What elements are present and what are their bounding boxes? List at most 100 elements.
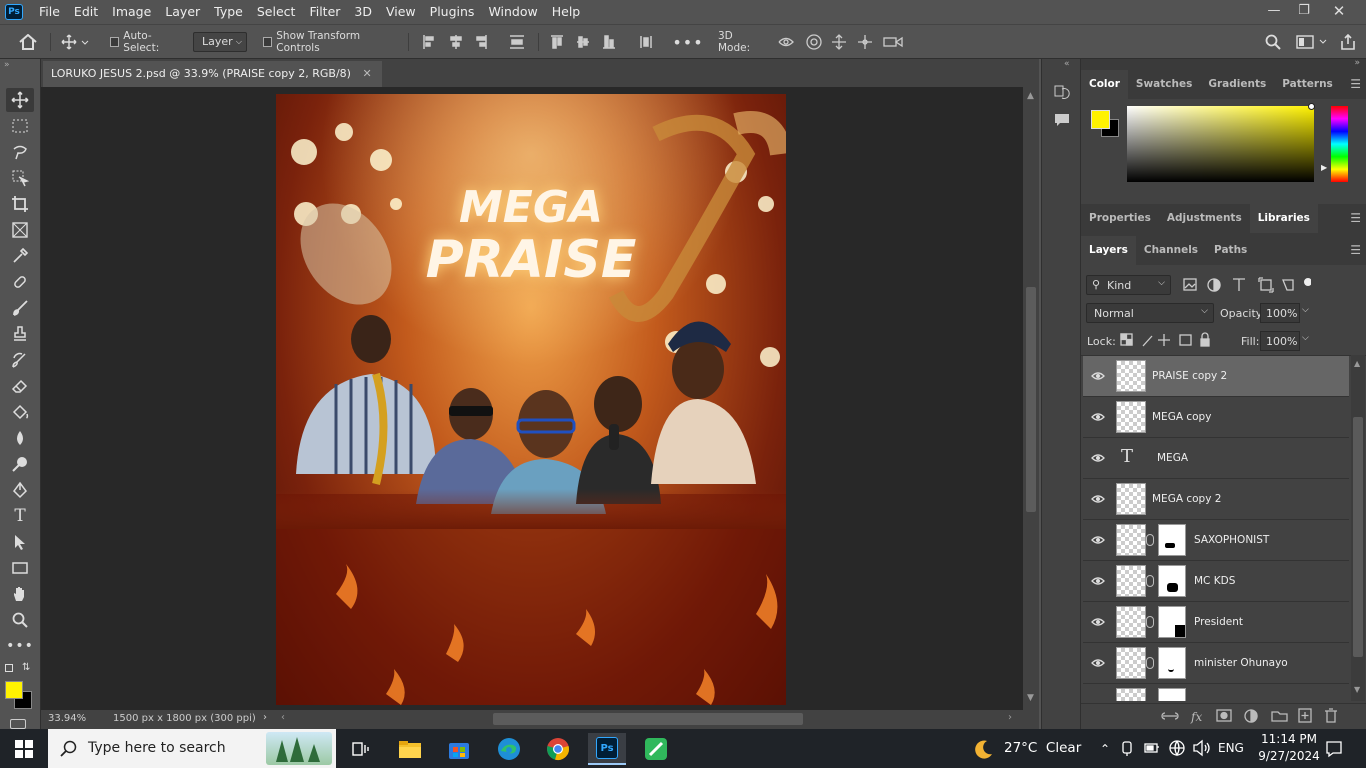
- tab-channels[interactable]: Channels: [1136, 236, 1206, 265]
- hue-slider-handle-icon[interactable]: ▶: [1321, 163, 1327, 172]
- fill-chevron-icon[interactable]: ⌵: [1302, 333, 1309, 343]
- restore-icon[interactable]: ❐: [1289, 0, 1319, 22]
- notifications-icon[interactable]: [1320, 733, 1348, 765]
- eyedropper-tool-icon[interactable]: [6, 244, 34, 268]
- status-menu-chevron-icon[interactable]: ›: [263, 712, 267, 723]
- pen-tool-icon[interactable]: [6, 478, 34, 502]
- default-colors-icon[interactable]: [5, 664, 13, 672]
- comments-panel-icon[interactable]: [1053, 111, 1071, 132]
- minimize-icon[interactable]: —: [1259, 0, 1289, 22]
- input-language[interactable]: ENG: [1218, 741, 1244, 755]
- mask-link-icon[interactable]: [1146, 575, 1154, 587]
- clock-time[interactable]: 11:14 PM: [1259, 732, 1319, 746]
- tab-libraries[interactable]: Libraries: [1249, 204, 1318, 233]
- mask-link-icon[interactable]: [1146, 657, 1154, 669]
- layer-mask-thumbnail[interactable]: [1158, 606, 1186, 638]
- foreground-color-swatch[interactable]: [5, 681, 23, 699]
- menu-type[interactable]: Type: [207, 0, 250, 24]
- layer-filter-icons[interactable]: [1181, 276, 1312, 297]
- layer-row[interactable]: SAXOPHONIST: [1083, 520, 1349, 561]
- layer-row[interactable]: MEGA copy: [1083, 397, 1349, 438]
- brush-tool-icon[interactable]: [6, 296, 34, 320]
- share-icon[interactable]: [1337, 31, 1359, 53]
- tab-color[interactable]: Color: [1081, 70, 1128, 99]
- move-tool-preset-icon[interactable]: [58, 31, 94, 53]
- adjustment-layer-icon[interactable]: [1241, 706, 1261, 726]
- layer-filter-kind-dropdown[interactable]: ⚲ Kind ⌵: [1086, 275, 1171, 295]
- color-panel-fg-swatch[interactable]: [1091, 110, 1110, 129]
- menu-help[interactable]: Help: [545, 0, 588, 24]
- weather-moon-icon[interactable]: [968, 733, 998, 765]
- file-explorer-icon[interactable]: [391, 733, 429, 765]
- layer-row[interactable]: MC KDS: [1083, 561, 1349, 602]
- type-tool-icon[interactable]: T: [6, 504, 34, 528]
- visibility-eye-icon[interactable]: [1091, 656, 1105, 670]
- layer-row[interactable]: T MEGA: [1083, 438, 1349, 479]
- history-brush-tool-icon[interactable]: [6, 348, 34, 372]
- blur-tool-icon[interactable]: [6, 426, 34, 450]
- layers-scrollbar[interactable]: ▲ ▼: [1351, 355, 1365, 701]
- visibility-eye-icon[interactable]: [1091, 492, 1105, 506]
- blend-mode-dropdown[interactable]: Normal ⌵: [1086, 303, 1214, 323]
- tab-gradients[interactable]: Gradients: [1200, 70, 1274, 99]
- system-tray-icons[interactable]: [1118, 739, 1214, 760]
- menu-3d[interactable]: 3D: [347, 0, 379, 24]
- close-tab-icon[interactable]: ✕: [362, 67, 371, 80]
- show-hidden-icons-chevron-icon[interactable]: ⌃: [1094, 733, 1116, 765]
- menu-view[interactable]: View: [379, 0, 423, 24]
- home-icon[interactable]: [16, 31, 40, 53]
- layer-row[interactable]: President: [1083, 602, 1349, 643]
- green-app-icon[interactable]: [637, 733, 675, 765]
- fill-input[interactable]: 100%: [1260, 331, 1300, 351]
- scroll-left-icon[interactable]: ‹: [281, 712, 285, 723]
- auto-select-dropdown[interactable]: Layer ⌵: [193, 32, 247, 52]
- menu-plugins[interactable]: Plugins: [423, 0, 482, 24]
- windows-start-icon[interactable]: [5, 733, 43, 765]
- opacity-chevron-icon[interactable]: ⌵: [1302, 305, 1309, 315]
- object-select-tool-icon[interactable]: [6, 166, 34, 190]
- distribute-buttons[interactable]: [548, 31, 656, 53]
- mask-link-icon[interactable]: [1146, 534, 1154, 546]
- document-tab[interactable]: LORUKO JESUS 2.psd @ 33.9% (PRAISE copy …: [43, 61, 382, 87]
- menu-layer[interactable]: Layer: [158, 0, 207, 24]
- search-icon[interactable]: [1262, 31, 1284, 53]
- clone-stamp-tool-icon[interactable]: [6, 322, 34, 346]
- tab-layers[interactable]: Layers: [1081, 236, 1136, 265]
- rectangle-tool-icon[interactable]: [6, 556, 34, 580]
- crop-tool-icon[interactable]: [6, 192, 34, 216]
- new-group-folder-icon[interactable]: [1269, 706, 1289, 726]
- more-options-icon[interactable]: •••: [672, 31, 702, 53]
- opacity-input[interactable]: 100%: [1260, 303, 1300, 323]
- layer-mask-thumbnail[interactable]: [1158, 565, 1186, 597]
- horizontal-scroll-thumb[interactable]: [493, 713, 803, 725]
- canvas-vertical-scrollbar[interactable]: ▲ ▼: [1023, 87, 1039, 710]
- delete-layer-trash-icon[interactable]: [1321, 706, 1341, 726]
- align-buttons[interactable]: [420, 31, 528, 53]
- tab-properties[interactable]: Properties: [1081, 204, 1159, 233]
- visibility-eye-icon[interactable]: [1091, 574, 1105, 588]
- visibility-eye-icon[interactable]: [1091, 410, 1105, 424]
- layers-scroll-thumb[interactable]: [1353, 417, 1363, 657]
- collapse-toolbar-icon[interactable]: »: [4, 60, 10, 70]
- layer-row[interactable]: MEGA copy 2: [1083, 479, 1349, 520]
- layers-panel-menu-icon[interactable]: ☰: [1350, 243, 1361, 257]
- swap-colors-icon[interactable]: ⇅: [22, 662, 30, 673]
- tab-patterns[interactable]: Patterns: [1274, 70, 1341, 99]
- clock-date[interactable]: 9/27/2024: [1254, 749, 1324, 763]
- layer-mask-thumbnail[interactable]: [1158, 688, 1186, 701]
- eraser-tool-icon[interactable]: [6, 374, 34, 398]
- dodge-tool-icon[interactable]: [6, 452, 34, 476]
- visibility-eye-icon[interactable]: [1091, 451, 1105, 465]
- vertical-scroll-thumb[interactable]: [1026, 287, 1036, 512]
- properties-panel-menu-icon[interactable]: ☰: [1350, 211, 1361, 225]
- collapse-dock-icon[interactable]: »: [1354, 58, 1360, 68]
- layer-style-fx-icon[interactable]: [1188, 706, 1208, 726]
- paint-bucket-tool-icon[interactable]: [6, 400, 34, 424]
- layer-mask-thumbnail[interactable]: [1158, 647, 1186, 679]
- layer-mask-thumbnail[interactable]: [1158, 524, 1186, 556]
- task-view-icon[interactable]: [341, 733, 379, 765]
- hue-slider[interactable]: [1331, 106, 1348, 182]
- tab-adjustments[interactable]: Adjustments: [1159, 204, 1250, 233]
- microsoft-store-icon[interactable]: [440, 733, 478, 765]
- layer-row[interactable]: minister Ohunayo: [1083, 643, 1349, 684]
